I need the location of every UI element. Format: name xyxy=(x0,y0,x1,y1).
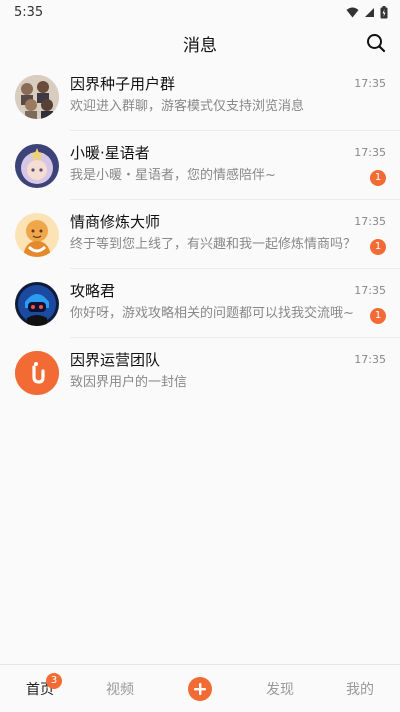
character-avatar xyxy=(15,212,59,257)
nav-video[interactable]: 视频 xyxy=(80,665,160,712)
chat-body: 情商修炼大师 终于等到您上线了，有兴趣和我一起修炼情商吗？ 17:35 1 xyxy=(70,212,386,269)
chat-list: 因界种子用户群 欢迎进入群聊，游客模式仅支持浏览消息 17:35 小暖·星语者 xyxy=(0,62,400,407)
nav-create[interactable] xyxy=(160,665,240,712)
chat-message-preview: 你好呀，游戏攻略相关的问题都可以找我交流哦~ xyxy=(70,306,354,321)
chat-time: 17:35 xyxy=(354,353,386,366)
chat-time: 17:35 xyxy=(354,284,386,297)
group-avatar xyxy=(15,74,59,119)
chat-message-preview: 我是小暖・星语者，您的情感陪伴~ xyxy=(70,168,276,183)
page-title: 消息 xyxy=(183,35,217,56)
nav-home-badge: 3 xyxy=(46,672,62,689)
chat-item-seed-users-group[interactable]: 因界种子用户群 欢迎进入群聊，游客模式仅支持浏览消息 17:35 xyxy=(0,62,400,131)
chat-body: 因界种子用户群 欢迎进入群聊，游客模式仅支持浏览消息 17:35 xyxy=(70,74,386,131)
status-time: 5:35 xyxy=(14,4,44,20)
chat-body: 因界运营团队 致因界用户的一封信 17:35 xyxy=(70,350,386,407)
unread-badge: 1 xyxy=(370,239,386,255)
chat-message-preview: 欢迎进入群聊，游客模式仅支持浏览消息 xyxy=(70,99,305,114)
status-bar: 5:35 xyxy=(0,0,400,24)
nav-video-label: 视频 xyxy=(106,681,134,698)
wifi-icon xyxy=(346,7,359,17)
chat-body: 小暖·星语者 我是小暖・星语者，您的情感陪伴~ 17:35 1 xyxy=(70,143,386,200)
chat-name: 小暖·星语者 xyxy=(70,144,150,162)
chat-item-ops-team[interactable]: 因界运营团队 致因界用户的一封信 17:35 xyxy=(0,338,400,407)
nav-mine-label: 我的 xyxy=(346,681,374,698)
chat-time: 17:35 xyxy=(354,146,386,159)
chat-name: 情商修炼大师 xyxy=(70,213,161,231)
chat-name: 因界运营团队 xyxy=(70,351,161,369)
bottom-nav: 首页 3 视频 发现 我的 xyxy=(0,664,400,712)
status-icons xyxy=(346,5,388,19)
chat-name: 因界种子用户群 xyxy=(70,75,176,93)
battery-icon xyxy=(380,5,388,18)
app-logo-avatar xyxy=(15,350,59,395)
nav-discover-label: 发现 xyxy=(266,681,294,698)
unread-badge: 1 xyxy=(370,170,386,186)
chat-time: 17:35 xyxy=(354,215,386,228)
messages-screen: 5:35 消息 因界种子用户群 欢迎进入群聊，游客模式仅支持浏览消息 17:35… xyxy=(0,0,400,712)
search-icon xyxy=(367,34,386,53)
chat-message-preview: 终于等到您上线了，有兴趣和我一起修炼情商吗？ xyxy=(70,237,357,252)
chat-body: 攻略君 你好呀，游戏攻略相关的问题都可以找我交流哦~ 17:35 1 xyxy=(70,281,386,338)
character-avatar xyxy=(15,143,59,188)
character-avatar xyxy=(15,281,59,326)
chat-item-eq-master[interactable]: 情商修炼大师 终于等到您上线了，有兴趣和我一起修炼情商吗？ 17:35 1 xyxy=(0,200,400,269)
chat-item-xiaonuan[interactable]: 小暖·星语者 我是小暖・星语者，您的情感陪伴~ 17:35 1 xyxy=(0,131,400,200)
chat-time: 17:35 xyxy=(354,77,386,90)
nav-discover[interactable]: 发现 xyxy=(240,665,320,712)
chat-name: 攻略君 xyxy=(70,282,116,300)
chat-item-guide-bot[interactable]: 攻略君 你好呀，游戏攻略相关的问题都可以找我交流哦~ 17:35 1 xyxy=(0,269,400,338)
nav-home[interactable]: 首页 3 xyxy=(0,665,80,712)
plus-icon xyxy=(188,676,212,701)
nav-mine[interactable]: 我的 xyxy=(320,665,400,712)
chat-message-preview: 致因界用户的一封信 xyxy=(70,375,188,390)
header: 消息 xyxy=(0,24,400,62)
signal-icon xyxy=(365,7,374,17)
search-button[interactable] xyxy=(364,31,388,55)
unread-badge: 1 xyxy=(370,308,386,324)
